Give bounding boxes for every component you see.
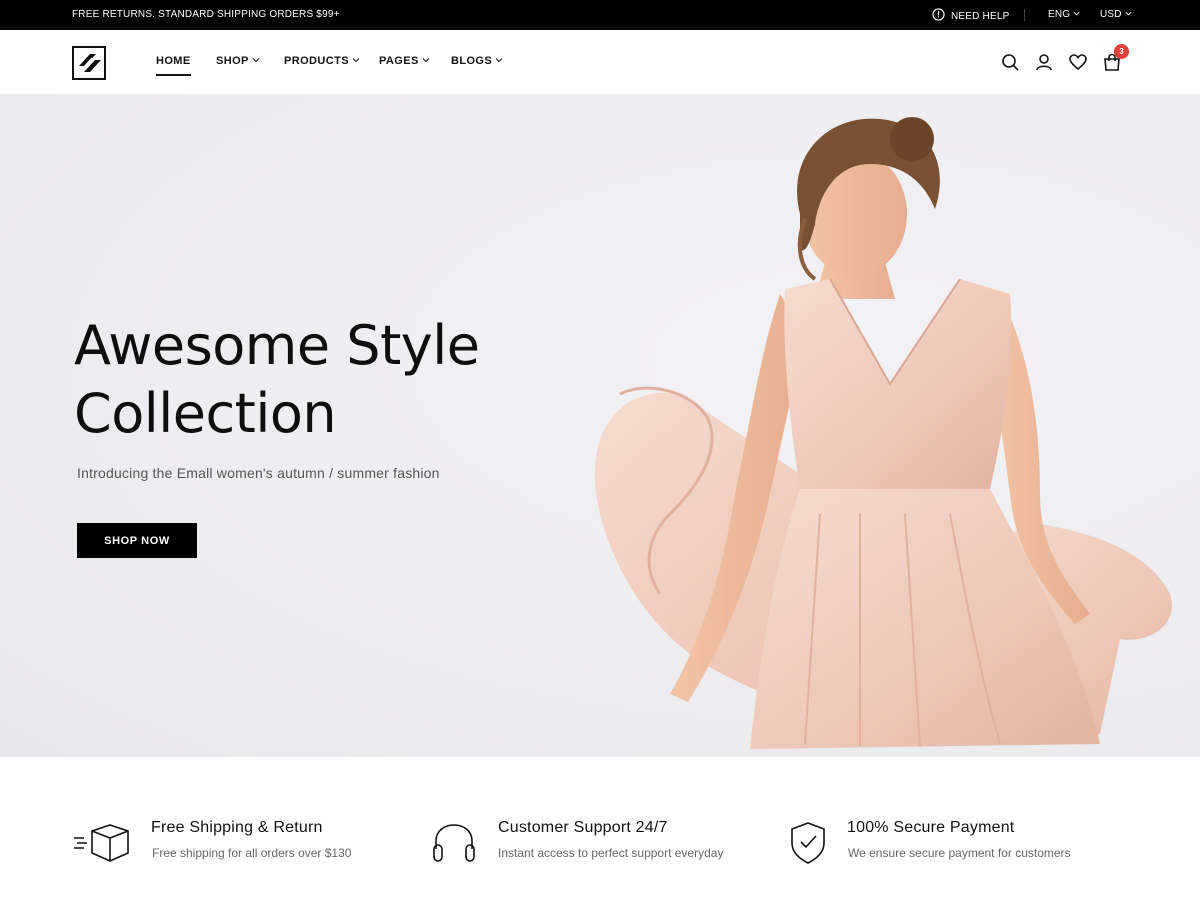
cart-icon[interactable]: 3 xyxy=(1102,44,1129,72)
hero-title-line1: Awesome Style xyxy=(74,314,480,377)
currency-value: USD xyxy=(1100,9,1122,20)
hero-model-image xyxy=(594,117,1172,749)
divider xyxy=(1024,9,1025,21)
nav-label: BLOGS xyxy=(451,55,493,67)
currency-select[interactable]: USD xyxy=(1100,9,1132,20)
brand-logo[interactable] xyxy=(72,46,106,80)
chevron-down-icon xyxy=(422,55,430,67)
heart-icon[interactable] xyxy=(1068,52,1088,72)
box-shipping-icon xyxy=(72,821,130,865)
nav-shop[interactable]: SHOP xyxy=(216,55,260,67)
hero-title-line2: Collection xyxy=(74,382,337,445)
feature-title: Customer Support 24/7 xyxy=(498,819,668,836)
info-icon xyxy=(932,8,945,24)
feature-desc: We ensure secure payment for customers xyxy=(848,846,1071,860)
search-icon[interactable] xyxy=(1000,52,1020,72)
chevron-down-icon xyxy=(495,55,503,67)
features-strip: Free Shipping & Return Free shipping for… xyxy=(0,757,1200,900)
nav-home[interactable]: HOME xyxy=(156,55,191,76)
chevron-down-icon xyxy=(1073,9,1080,20)
promo-text: FREE RETURNS. STANDARD SHIPPING ORDERS $… xyxy=(72,9,340,20)
feature-desc: Instant access to perfect support everyd… xyxy=(498,846,724,860)
language-select[interactable]: ENG xyxy=(1048,9,1080,20)
headphones-icon xyxy=(430,821,488,865)
cart-count-badge: 3 xyxy=(1114,44,1129,59)
site-header: HOME SHOP PRODUCTS PAGES BLOGS 3 xyxy=(0,30,1200,94)
chevron-down-icon xyxy=(1125,9,1132,20)
nav-label: PRODUCTS xyxy=(284,55,349,67)
hero-title: Awesome Style Collection xyxy=(74,312,534,448)
shop-now-button[interactable]: SHOP NOW xyxy=(77,523,197,558)
feature-title: 100% Secure Payment xyxy=(847,819,1015,836)
language-value: ENG xyxy=(1048,9,1071,20)
nav-blogs[interactable]: BLOGS xyxy=(451,55,503,67)
need-help-link[interactable]: NEED HELP xyxy=(932,8,1010,24)
nav-label: HOME xyxy=(156,55,191,67)
hero-subtitle: Introducing the Emall women's autumn / s… xyxy=(77,465,440,481)
nav-pages[interactable]: PAGES xyxy=(379,55,430,67)
feature-desc: Free shipping for all orders over $130 xyxy=(152,846,352,860)
need-help-label: NEED HELP xyxy=(951,10,1010,22)
shield-check-icon xyxy=(790,821,848,865)
top-bar: FREE RETURNS. STANDARD SHIPPING ORDERS $… xyxy=(0,0,1200,30)
chevron-down-icon xyxy=(252,55,260,67)
user-icon[interactable] xyxy=(1034,52,1054,72)
nav-label: SHOP xyxy=(216,55,249,67)
feature-title: Free Shipping & Return xyxy=(151,819,323,836)
nav-label: PAGES xyxy=(379,55,419,67)
hero-banner: Awesome Style Collection Introducing the… xyxy=(0,94,1200,757)
nav-products[interactable]: PRODUCTS xyxy=(284,55,360,67)
chevron-down-icon xyxy=(352,55,360,67)
